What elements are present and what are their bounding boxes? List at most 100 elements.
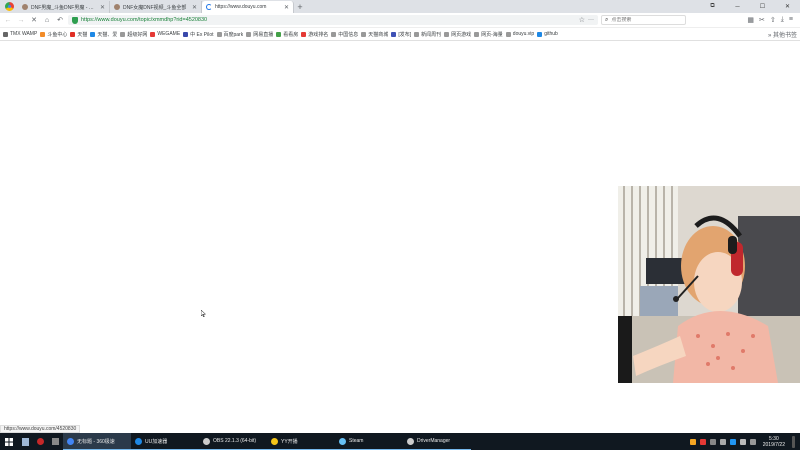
- bookmark-label: TMX WAMP: [10, 31, 38, 37]
- steam-taskbar-icon[interactable]: [33, 433, 48, 450]
- tab-0[interactable]: DNF男魔_斗鱼DNF男魔 - 斗鱼 ✕: [18, 1, 110, 13]
- bookmarks-more-button[interactable]: » 其他书签: [768, 30, 797, 39]
- browser-logo-icon[interactable]: [0, 0, 18, 13]
- back-button[interactable]: ←: [3, 15, 13, 25]
- tab-1[interactable]: DNF女魔DNF视频_斗鱼全部 ✕: [110, 1, 202, 13]
- bookmark-item[interactable]: 看看房: [276, 31, 298, 38]
- tray-app-icon[interactable]: [709, 438, 716, 445]
- maximize-button[interactable]: ☐: [750, 3, 775, 10]
- clock[interactable]: 5:30 2019/7/22: [760, 436, 788, 448]
- bookmark-item[interactable]: 中 Ex Pilot: [183, 31, 214, 38]
- bookmark-item[interactable]: 斗鱼中心: [40, 31, 67, 38]
- bookmark-label: [发布]: [398, 31, 412, 38]
- address-bar[interactable]: ☆ ···: [68, 15, 598, 25]
- taskbar-app[interactable]: 无标题 - 360极速: [63, 433, 131, 450]
- show-desktop-button[interactable]: [792, 435, 795, 448]
- bookmark-favicon-icon: [150, 31, 156, 37]
- restore-icon[interactable]: ⧉: [700, 3, 725, 10]
- search-input[interactable]: [611, 17, 682, 23]
- bookmark-label: 百度park: [223, 31, 244, 38]
- bookmark-item[interactable]: 天猫商城: [361, 31, 388, 38]
- douyu-favicon-icon: [22, 4, 28, 10]
- close-button[interactable]: ✕: [775, 3, 800, 10]
- address-toolbar: ← → ✕ ⌂ ↶ ☆ ··· ⌕ ▦ ✂ ⇧ ⤓ ≡: [0, 13, 800, 28]
- bookmark-favicon-icon: [301, 31, 307, 37]
- file-explorer-icon[interactable]: [18, 433, 33, 450]
- bookmark-label: 看看房: [283, 31, 299, 38]
- apps-grid-icon[interactable]: ▦: [747, 16, 754, 24]
- taskbar-app[interactable]: Steam: [335, 433, 403, 450]
- bookmark-item[interactable]: TMX WAMP: [3, 31, 37, 37]
- bookmark-item[interactable]: 网易直播: [246, 31, 273, 38]
- start-button[interactable]: [0, 433, 18, 450]
- windows-taskbar: 无标题 - 360极速 UU加速器 OBS 22.1.3 (64-bit) YY开播 S…: [0, 433, 800, 450]
- game-taskbar-icon[interactable]: [48, 433, 63, 450]
- bookmark-label: 中 Ex Pilot: [190, 31, 214, 38]
- taskbar-app[interactable]: YY开播: [267, 433, 335, 450]
- bookmark-item[interactable]: WEGAME: [150, 31, 180, 37]
- bookmark-label: 网页-海量: [481, 31, 503, 38]
- minimize-button[interactable]: ─: [725, 4, 750, 10]
- extensions-icon[interactable]: ✂: [759, 16, 765, 24]
- bookmark-item[interactable]: 中国信息: [331, 31, 358, 38]
- link-status-bar: https://www.douyu.com/4520830: [0, 425, 81, 433]
- bookmark-item[interactable]: 新闻周刊: [414, 31, 441, 38]
- bookmark-label: 天猫商城: [368, 31, 389, 38]
- more-dots-icon[interactable]: ···: [588, 17, 594, 23]
- bookmark-star-icon[interactable]: ☆: [579, 16, 585, 24]
- tab-close-icon[interactable]: ✕: [284, 4, 289, 11]
- bookmark-item[interactable]: 超级好网: [120, 31, 147, 38]
- bluetooth-icon[interactable]: [729, 438, 736, 445]
- bookmark-favicon-icon: [331, 31, 337, 37]
- bookmark-label: 斗鱼中心: [47, 31, 68, 38]
- bookmark-item[interactable]: 网页游戏: [444, 31, 471, 38]
- bookmark-item[interactable]: github: [537, 31, 558, 37]
- home-button[interactable]: ⌂: [42, 15, 52, 25]
- bookmark-favicon-icon: [361, 31, 367, 37]
- input-method-icon[interactable]: [749, 438, 756, 445]
- page-content: https://www.douyu.com/4520830: [0, 41, 800, 433]
- bookmark-item[interactable]: 百度park: [216, 31, 244, 38]
- tab-close-icon[interactable]: ✕: [100, 4, 105, 11]
- bookmark-favicon-icon: [391, 31, 397, 37]
- volume-icon[interactable]: [739, 438, 746, 445]
- bookmark-item[interactable]: 网页-海量: [474, 31, 503, 38]
- search-box[interactable]: ⌕: [601, 15, 686, 25]
- bookmark-item[interactable]: douyu.vip: [505, 31, 534, 37]
- new-tab-button[interactable]: +: [294, 1, 306, 13]
- tab-close-icon[interactable]: ✕: [192, 4, 197, 11]
- tab-strip: DNF男魔_斗鱼DNF男魔 - 斗鱼 ✕ DNF女魔DNF视频_斗鱼全部 ✕ h…: [0, 0, 800, 13]
- bookmark-item[interactable]: 天猫、爱: [90, 31, 117, 38]
- tab-label: DNF男魔_斗鱼DNF男魔 - 斗鱼: [31, 4, 97, 11]
- url-input[interactable]: [81, 17, 301, 23]
- taskbar-app[interactable]: UU加速器: [131, 433, 199, 450]
- menu-icon[interactable]: ≡: [789, 16, 793, 24]
- windows-logo-icon: [5, 437, 13, 446]
- tab-2-active[interactable]: https://www.douyu.com ✕: [202, 1, 294, 13]
- bookmark-item[interactable]: [发布]: [391, 31, 411, 38]
- tray-app-icon[interactable]: [699, 438, 706, 445]
- bookmark-item[interactable]: 游戏排名: [301, 31, 328, 38]
- webcam-overlay-video: [618, 186, 800, 383]
- webcam-scene-image: [618, 186, 800, 383]
- stop-loading-button[interactable]: ✕: [29, 15, 39, 25]
- bookmark-favicon-icon: [276, 31, 282, 37]
- taskbar-app[interactable]: DriverManager: [403, 433, 471, 450]
- bookmark-favicon-icon: [3, 31, 8, 37]
- forward-button[interactable]: →: [16, 15, 26, 25]
- undo-icon[interactable]: ↶: [55, 15, 65, 25]
- share-icon[interactable]: ⇧: [770, 16, 776, 24]
- network-icon[interactable]: [719, 438, 726, 445]
- bookmark-label: github: [544, 31, 558, 37]
- security-shield-icon: [72, 16, 78, 24]
- bookmark-item[interactable]: 天猫: [70, 31, 87, 38]
- shield-tray-icon[interactable]: [689, 438, 696, 445]
- app-icon: [203, 437, 210, 445]
- taskbar-app[interactable]: OBS 22.1.3 (64-bit): [199, 433, 267, 450]
- download-icon[interactable]: ⤓: [781, 16, 784, 24]
- tab-label: https://www.douyu.com: [215, 4, 267, 10]
- bookmark-label: 游戏排名: [308, 31, 329, 38]
- bookmark-favicon-icon: [183, 31, 189, 37]
- douyu-favicon-icon: [114, 4, 120, 10]
- bookmark-favicon-icon: [246, 31, 252, 37]
